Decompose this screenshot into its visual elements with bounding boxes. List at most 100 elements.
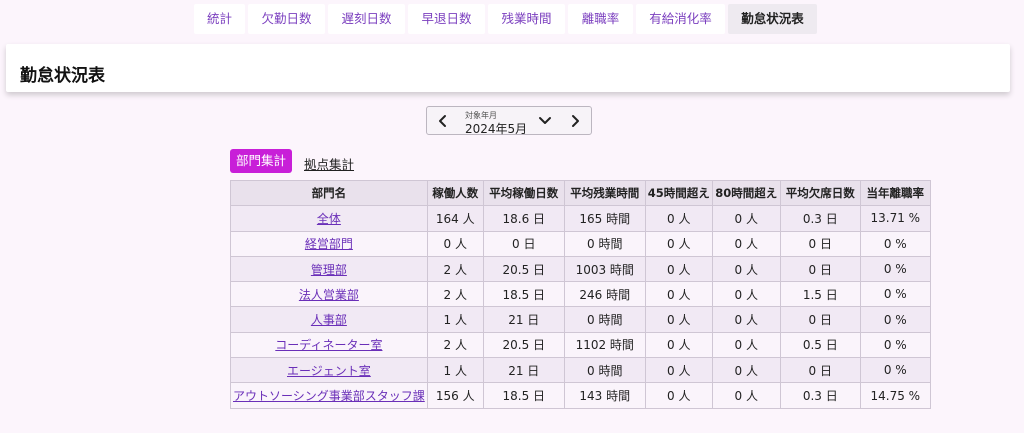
table-cell: 1.5 日 — [779, 281, 861, 308]
table-cell: 0 人 — [711, 205, 781, 232]
department-summary-button[interactable]: 部門集計 — [230, 149, 292, 173]
column-header: 45時間超え — [644, 179, 713, 207]
table-row: 管理部 2 人 20.5 日 1003 時間 0 人 0 人 0 日 0 % — [230, 255, 931, 283]
table-row: アウトソーシング事業部スタッフ課 156 人 18.5 日 143 時間 0 人… — [230, 382, 931, 409]
table-cell: 0 人 — [644, 357, 713, 384]
column-header: 平均稼働日数 — [482, 179, 565, 207]
table-cell: 0.3 日 — [779, 205, 861, 232]
department-cell: 法人営業部 — [230, 281, 428, 308]
table-cell: 2 人 — [426, 255, 484, 283]
table-cell: 164 人 — [426, 205, 484, 232]
column-header: 平均残業時間 — [563, 179, 646, 207]
table-cell: 0 % — [859, 331, 931, 359]
table-cell: 0 人 — [711, 382, 781, 409]
table-cell: 165 時間 — [563, 205, 646, 232]
table-row: 経営部門 0 人 0 日 0 時間 0 人 0 人 0 日 0 % — [230, 230, 931, 257]
tab-late-days[interactable]: 遅刻日数 — [328, 4, 405, 34]
table-cell: 1 人 — [426, 306, 484, 333]
table-cell: 143 時間 — [563, 382, 646, 409]
table-cell: 0 % — [859, 230, 931, 257]
tab-attendance-status[interactable]: 勤怠状況表 — [728, 4, 817, 34]
table-cell: 0 人 — [644, 382, 713, 409]
table-cell: 0 人 — [644, 255, 713, 283]
table-cell: 0 人 — [711, 255, 781, 283]
table-cell: 0 人 — [644, 281, 713, 308]
page-header: 勤怠状況表 — [6, 44, 1010, 92]
table-cell: 13.71 % — [859, 205, 931, 232]
table-cell: 18.5 日 — [482, 382, 565, 409]
table-row: 人事部 1 人 21 日 0 時間 0 人 0 人 0 日 0 % — [230, 306, 931, 333]
table-row: コーディネーター室 2 人 20.5 日 1102 時間 0 人 0 人 0.5… — [230, 331, 931, 359]
department-link[interactable]: アウトソーシング事業部スタッフ課 — [233, 389, 425, 403]
table-cell: 0 日 — [779, 357, 861, 384]
table-cell: 0 人 — [711, 306, 781, 333]
table-cell: 0 日 — [482, 230, 565, 257]
table-cell: 0 % — [859, 306, 931, 333]
table-cell: 0 人 — [711, 230, 781, 257]
table-cell: 0 人 — [644, 205, 713, 232]
department-link[interactable]: エージェント室 — [287, 364, 371, 378]
page-title: 勤怠状況表 — [20, 66, 105, 86]
department-link[interactable]: 人事部 — [311, 313, 347, 327]
chevron-left-icon[interactable] — [433, 111, 453, 131]
table-cell: 0 時間 — [563, 230, 646, 257]
table-cell: 18.6 日 — [482, 205, 565, 232]
chevron-down-icon[interactable] — [535, 111, 555, 131]
chevron-right-icon[interactable] — [565, 111, 585, 131]
table-cell: 0 時間 — [563, 357, 646, 384]
table-cell: 1003 時間 — [563, 255, 646, 283]
table-cell: 0 % — [859, 281, 931, 308]
department-link[interactable]: 全体 — [317, 212, 341, 226]
table-cell: 2 人 — [426, 281, 484, 308]
table-cell: 21 日 — [482, 306, 565, 333]
department-link[interactable]: 管理部 — [311, 263, 347, 277]
table-cell: 0 時間 — [563, 306, 646, 333]
department-cell: 管理部 — [230, 255, 428, 283]
department-cell: コーディネーター室 — [230, 331, 428, 359]
tab-overtime-hours[interactable]: 残業時間 — [488, 4, 565, 34]
tab-absence-days[interactable]: 欠勤日数 — [248, 4, 325, 34]
column-header: 稼働人数 — [426, 179, 484, 207]
table-cell: 156 人 — [426, 382, 484, 409]
table-cell: 21 日 — [482, 357, 565, 384]
table-cell: 0 人 — [711, 331, 781, 359]
report-tabs: 統計 欠勤日数 遅刻日数 早退日数 残業時間 離職率 有給消化率 勤怠状況表 — [194, 4, 817, 34]
tab-early-leave-days[interactable]: 早退日数 — [408, 4, 485, 34]
table-cell: 20.5 日 — [482, 255, 565, 283]
table-cell: 1 人 — [426, 357, 484, 384]
department-cell: 人事部 — [230, 306, 428, 333]
table-cell: 0 % — [859, 357, 931, 384]
table-cell: 246 時間 — [563, 281, 646, 308]
column-header: 部門名 — [230, 179, 428, 207]
table-cell: 14.75 % — [859, 382, 931, 409]
department-cell: エージェント室 — [230, 357, 428, 384]
month-picker: 対象年月 2024年5月 — [426, 106, 592, 137]
table-row: エージェント室 1 人 21 日 0 時間 0 人 0 人 0 日 0 % — [230, 357, 931, 384]
column-header: 当年離職率 — [859, 179, 931, 207]
tab-paid-leave-rate[interactable]: 有給消化率 — [636, 4, 725, 34]
column-header: 平均欠席日数 — [779, 179, 861, 207]
tab-statistics[interactable]: 統計 — [194, 4, 245, 34]
table-cell: 1102 時間 — [563, 331, 646, 359]
table-cell: 0 人 — [711, 281, 781, 308]
table-header-row: 部門名 稼働人数 平均稼働日数 平均残業時間 45時間超え 80時間超え 平均欠… — [230, 179, 931, 207]
table-cell: 0 人 — [426, 230, 484, 257]
department-link[interactable]: 法人営業部 — [299, 288, 359, 302]
table-cell: 0 日 — [779, 255, 861, 283]
table-cell: 0.3 日 — [779, 382, 861, 409]
department-cell: アウトソーシング事業部スタッフ課 — [230, 382, 428, 409]
department-link[interactable]: 経営部門 — [305, 237, 353, 251]
location-summary-link[interactable]: 拠点集計 — [304, 154, 354, 173]
column-header: 80時間超え — [711, 179, 781, 207]
department-link[interactable]: コーディネーター室 — [275, 338, 382, 352]
tab-turnover-rate[interactable]: 離職率 — [568, 4, 633, 34]
table-cell: 0 人 — [644, 306, 713, 333]
department-cell: 全体 — [230, 205, 428, 232]
month-picker-value[interactable]: 2024年5月 — [465, 120, 527, 137]
department-cell: 経営部門 — [230, 230, 428, 257]
attendance-table: 部門名 稼働人数 平均稼働日数 平均残業時間 45時間超え 80時間超え 平均欠… — [230, 179, 931, 409]
table-cell: 0 人 — [711, 357, 781, 384]
table-cell: 2 人 — [426, 331, 484, 359]
table-row: 全体 164 人 18.6 日 165 時間 0 人 0 人 0.3 日 13.… — [230, 205, 931, 232]
table-cell: 0 人 — [644, 331, 713, 359]
